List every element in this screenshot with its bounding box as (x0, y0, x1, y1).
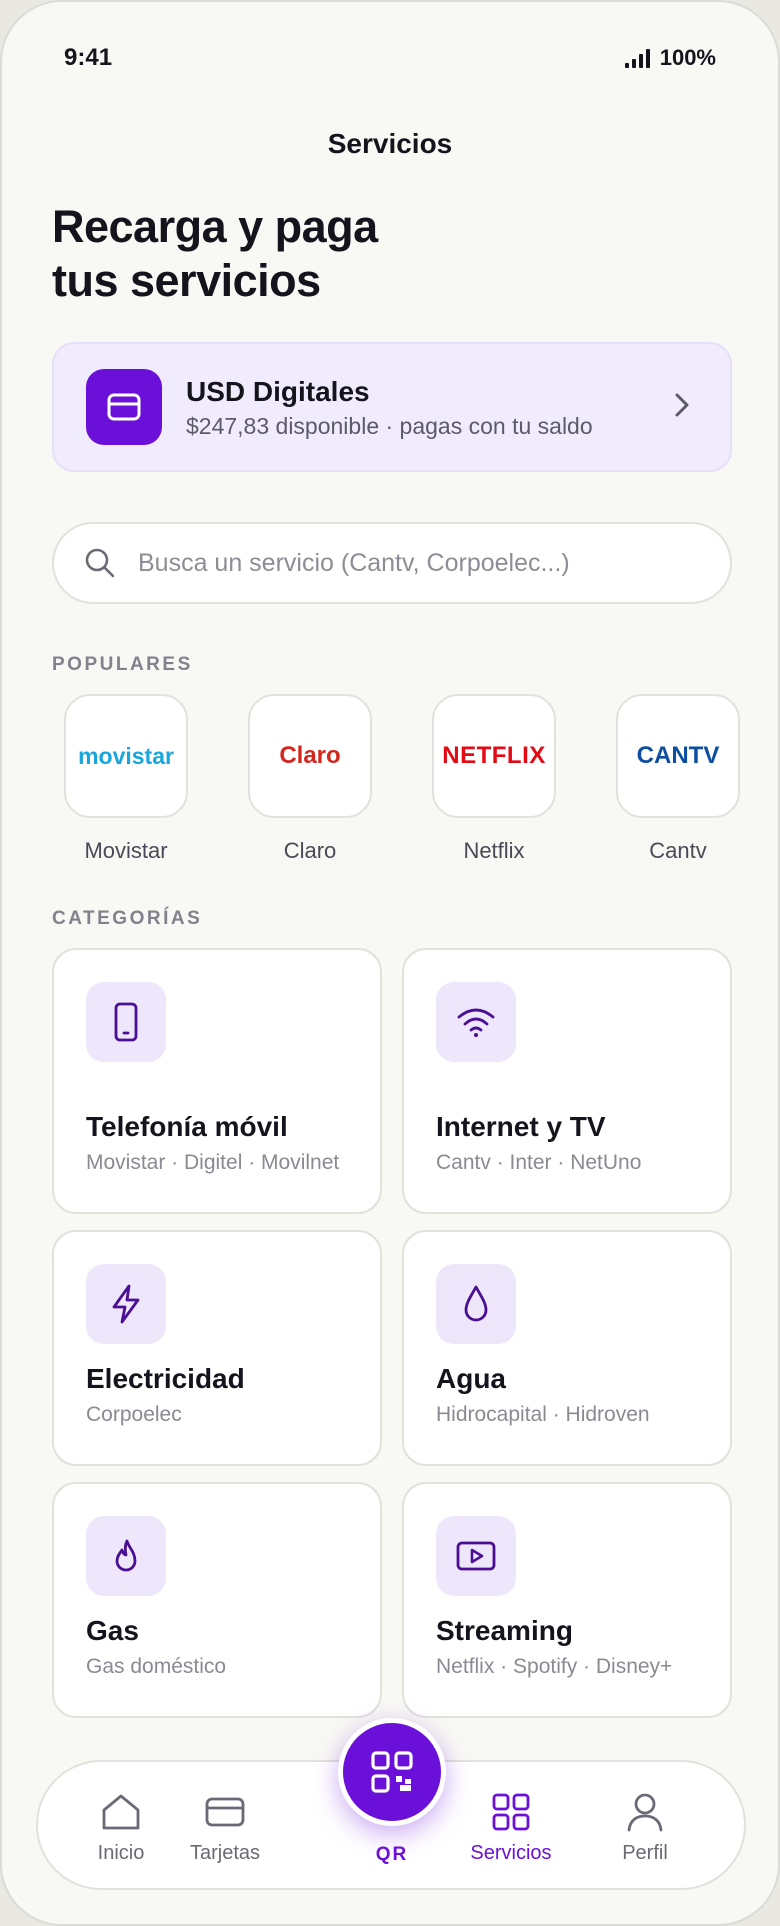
tab-tarjetas[interactable]: Tarjetas (170, 1792, 280, 1865)
wallet-title: USD Digitales (186, 375, 370, 407)
hero-line-2: tus servicios (52, 255, 321, 306)
tab-label: Perfil (622, 1842, 668, 1864)
movistar-logo: movistar (64, 694, 188, 818)
search-input[interactable] (138, 548, 698, 578)
qr-icon (371, 1751, 413, 1793)
categories-section-label: CATEGORÍAS (52, 908, 203, 929)
popular-services: movistar Movistar Claro Claro NETFLIX Ne… (64, 694, 740, 864)
battery-percent: 100% (659, 45, 716, 70)
category-subtitle: Movistar · Digitel · Movilnet (86, 1151, 340, 1174)
app-screen: 9:41 100% Servicios Recarga y paga tus s… (0, 0, 780, 1926)
popular-item-label: Movistar (84, 838, 168, 863)
categories-grid: Telefonía móvil Movistar · Digitel · Mov… (52, 948, 732, 1718)
category-title: Electricidad (86, 1363, 245, 1394)
search-bar[interactable] (52, 522, 732, 604)
popular-section-label: POPULARES (52, 654, 193, 675)
status-time: 9:41 (64, 44, 113, 71)
popular-item-cantv[interactable]: CANTV Cantv (616, 694, 740, 864)
flame-icon (86, 1516, 166, 1596)
tab-label: Inicio (97, 1842, 145, 1864)
claro-logo: Claro (248, 694, 372, 818)
cantv-logo: CANTV (616, 694, 740, 818)
wallet-subtitle: $247,83 disponible · pagas con tu saldo (186, 412, 593, 439)
category-subtitle: Cantv · Inter · NetUno (436, 1151, 642, 1174)
user-icon (627, 1793, 663, 1832)
search-icon (85, 548, 115, 578)
category-title: Agua (436, 1363, 506, 1394)
category-subtitle: Corpoelec (86, 1403, 182, 1426)
category-title: Gas (86, 1615, 139, 1646)
popular-item-label: Claro (283, 838, 337, 863)
wallet-balance-card[interactable]: USD Digitales $247,83 disponible · pagas… (52, 342, 732, 472)
qr-label: QR (375, 1844, 409, 1865)
play-icon (436, 1516, 516, 1596)
phone-icon (86, 982, 166, 1062)
page-title: Servicios (327, 128, 453, 159)
category-title: Telefonía móvil (86, 1111, 288, 1142)
card-icon (205, 1797, 245, 1827)
category-subtitle: Netflix · Spotify · Disney+ (436, 1655, 673, 1678)
category-subtitle: Gas doméstico (86, 1655, 227, 1678)
netflix-logo: NETFLIX (432, 694, 556, 818)
card-icon (86, 369, 162, 445)
popular-item-claro[interactable]: Claro Claro (248, 694, 372, 864)
tab-servicios[interactable]: Servicios (456, 1792, 566, 1865)
status-bar: 9:41 100% (64, 42, 716, 74)
lightning-icon (86, 1264, 166, 1344)
qr-button[interactable] (338, 1718, 446, 1826)
wifi-icon (436, 982, 516, 1062)
category-card-electricity[interactable]: Electricidad Corpoelec (52, 1230, 382, 1466)
category-card-internet[interactable]: Internet y TV Cantv · Inter · NetUno (402, 948, 732, 1214)
tab-label: Servicios (470, 1842, 552, 1864)
tab-perfil[interactable]: Perfil (590, 1792, 700, 1865)
tab-inicio[interactable]: Inicio (66, 1792, 176, 1865)
popular-item-label: Netflix (463, 838, 525, 863)
chevron-right-icon (674, 392, 690, 423)
popular-item-netflix[interactable]: NETFLIX Netflix (432, 694, 556, 864)
category-subtitle: Hidrocapital · Hidroven (436, 1403, 650, 1426)
hero-heading: Recarga y paga tus servicios (52, 200, 452, 308)
category-title: Streaming (436, 1615, 573, 1646)
wallet-text: USD Digitales $247,83 disponible · pagas… (186, 375, 674, 440)
status-right: 100% (624, 45, 716, 71)
popular-item-movistar[interactable]: movistar Movistar (64, 694, 188, 864)
hero-line-1: Recarga y paga (52, 201, 378, 252)
category-card-streaming[interactable]: Streaming Netflix · Spotify · Disney+ (402, 1482, 732, 1718)
category-title: Internet y TV (436, 1111, 606, 1142)
category-card-gas[interactable]: Gas Gas doméstico (52, 1482, 382, 1718)
grid-icon (492, 1793, 530, 1831)
category-card-mobile[interactable]: Telefonía móvil Movistar · Digitel · Mov… (52, 948, 382, 1214)
signal-icon (624, 48, 650, 68)
category-card-water[interactable]: Agua Hidrocapital · Hidroven (402, 1230, 732, 1466)
tab-label: Tarjetas (189, 1842, 261, 1864)
water-drop-icon (436, 1264, 516, 1344)
home-icon (102, 1794, 140, 1830)
popular-item-label: Cantv (649, 838, 707, 863)
